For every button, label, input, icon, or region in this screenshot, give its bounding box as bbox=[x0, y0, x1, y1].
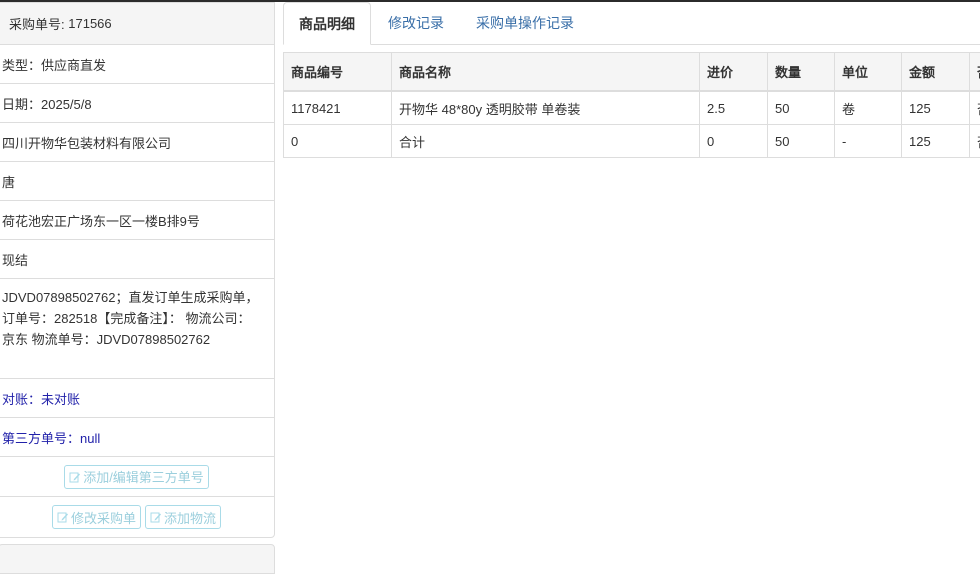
reconcile-status: 对账：未对账 bbox=[0, 379, 274, 418]
cell-quantity: 50 bbox=[768, 91, 835, 125]
add-logistics-button[interactable]: 添加物流 bbox=[145, 505, 221, 529]
header-amount: 金额 bbox=[902, 53, 970, 92]
table-row: 0 合计 0 50 - 125 否 bbox=[284, 125, 980, 158]
cell-extra: 否 bbox=[970, 91, 980, 125]
order-date: 日期：2025/5/8 bbox=[0, 84, 274, 123]
header-product-name: 商品名称 bbox=[392, 53, 700, 92]
header-unit-price: 进价 bbox=[700, 53, 768, 92]
order-remark: JDVD07898502762；直发订单生成采购单，订单号：282518【完成备… bbox=[0, 279, 274, 379]
third-party-button-row: 添加/编辑第三方单号 bbox=[0, 457, 274, 497]
cell-product-name: 合计 bbox=[392, 125, 700, 158]
cell-product-code: 1178421 bbox=[284, 91, 392, 125]
edit-icon bbox=[150, 511, 162, 523]
cell-amount: 125 bbox=[902, 125, 970, 158]
cell-product-code: 0 bbox=[284, 125, 392, 158]
edit-icon bbox=[57, 511, 69, 523]
order-type: 类型：供应商直发 bbox=[0, 45, 274, 84]
edit-third-party-label: 添加/编辑第三方单号 bbox=[83, 467, 204, 486]
contact-name: 唐 bbox=[0, 162, 274, 201]
edit-icon bbox=[69, 471, 81, 483]
header-quantity: 数量 bbox=[768, 53, 835, 92]
modify-order-label: 修改采购单 bbox=[71, 508, 136, 527]
header-unit: 单位 bbox=[835, 53, 902, 92]
cell-unit: 卷 bbox=[835, 91, 902, 125]
order-action-button-row: 修改采购单 添加物流 bbox=[0, 497, 274, 537]
tab-modification-log[interactable]: 修改记录 bbox=[373, 2, 459, 44]
tab-product-details[interactable]: 商品明细 bbox=[283, 2, 371, 45]
order-number-value: 171566 bbox=[68, 16, 111, 31]
product-table-container: 商品编号 商品名称 进价 数量 单位 金额 否 1178421 开物华 48*8… bbox=[283, 52, 980, 158]
third-party-number: 第三方单号：null bbox=[0, 418, 274, 457]
edit-third-party-button[interactable]: 添加/编辑第三方单号 bbox=[64, 465, 209, 489]
payment-method: 现结 bbox=[0, 240, 274, 279]
table-row: 1178421 开物华 48*80y 透明胶带 单卷装 2.5 50 卷 125… bbox=[284, 91, 980, 125]
cell-quantity: 50 bbox=[768, 125, 835, 158]
cell-amount: 125 bbox=[902, 91, 970, 125]
cell-product-name: 开物华 48*80y 透明胶带 单卷装 bbox=[392, 91, 700, 125]
supplier-name: 四川开物华包装材料有限公司 bbox=[0, 123, 274, 162]
detail-tabs: 商品明细 修改记录 采购单操作记录 bbox=[283, 2, 980, 45]
order-number-heading: 采购单号: 171566 bbox=[0, 3, 274, 45]
cell-extra: 否 bbox=[970, 125, 980, 158]
cell-unit: - bbox=[835, 125, 902, 158]
modify-order-button[interactable]: 修改采购单 bbox=[52, 505, 141, 529]
tab-order-operation-log[interactable]: 采购单操作记录 bbox=[461, 2, 589, 44]
table-header-row: 商品编号 商品名称 进价 数量 单位 金额 否 bbox=[284, 53, 980, 92]
cell-unit-price: 2.5 bbox=[700, 91, 768, 125]
order-info-panel: 采购单号: 171566 类型：供应商直发 日期：2025/5/8 四川开物华包… bbox=[0, 2, 275, 538]
add-logistics-label: 添加物流 bbox=[164, 508, 216, 527]
supplier-address: 荷花池宏正广场东一区一楼B排9号 bbox=[0, 201, 274, 240]
header-extra: 否 bbox=[970, 53, 980, 92]
order-number-label: 采购单号: bbox=[9, 14, 65, 33]
cell-unit-price: 0 bbox=[700, 125, 768, 158]
secondary-panel bbox=[0, 544, 275, 574]
product-table: 商品编号 商品名称 进价 数量 单位 金额 否 1178421 开物华 48*8… bbox=[283, 52, 980, 158]
header-product-code: 商品编号 bbox=[284, 53, 392, 92]
